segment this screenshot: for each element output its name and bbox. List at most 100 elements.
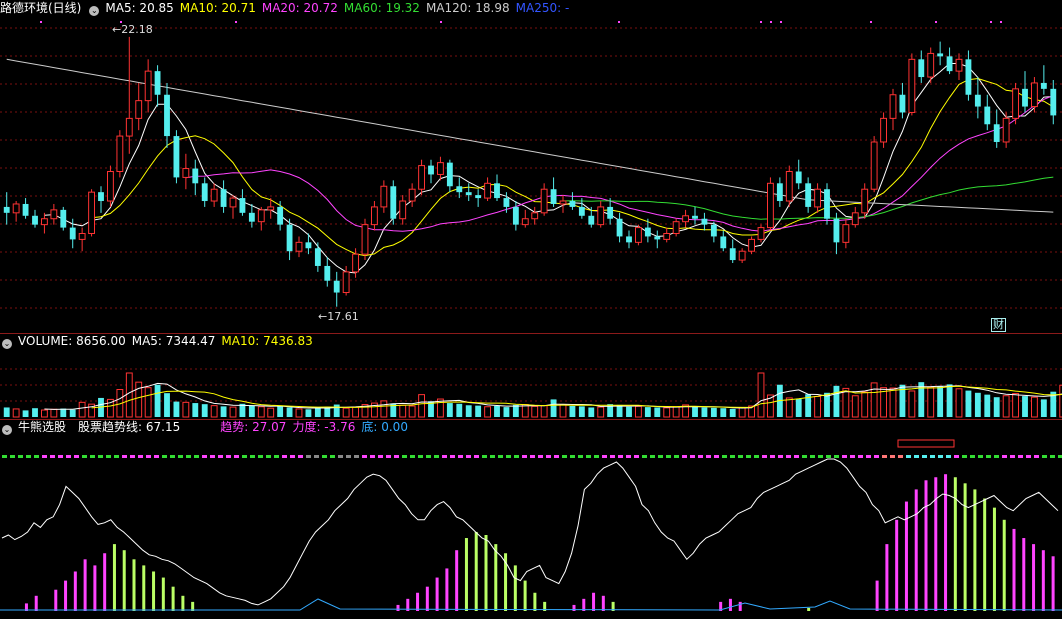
status-dash — [818, 455, 823, 458]
trend-bar — [93, 565, 97, 611]
strength-label: 力度: -3.76 — [292, 420, 356, 434]
status-dash — [538, 455, 543, 458]
candle-body — [314, 248, 321, 266]
status-dash — [370, 455, 375, 458]
trend-bar — [494, 544, 498, 611]
status-dash — [322, 455, 327, 458]
candle-body — [277, 206, 284, 225]
volume-bar — [277, 406, 284, 417]
status-dash — [706, 455, 711, 458]
status-dash — [26, 455, 31, 458]
status-dash — [810, 455, 815, 458]
status-dash — [130, 455, 135, 458]
volume-bar — [616, 404, 623, 417]
status-dash — [946, 455, 951, 458]
trend-bar — [83, 559, 87, 611]
volume-bar — [78, 401, 86, 418]
indicator-chart[interactable] — [0, 419, 1062, 619]
ma5-label: MA5: 20.85 — [105, 1, 174, 15]
candle-body — [1040, 82, 1047, 89]
candle-body — [371, 206, 378, 226]
status-dash — [242, 455, 247, 458]
collapse-toggle-icon[interactable]: ⌄ — [2, 339, 12, 349]
status-dash — [1058, 455, 1062, 458]
volume-bar — [559, 404, 567, 418]
status-dash — [546, 455, 551, 458]
status-dash — [162, 455, 167, 458]
candle-body — [41, 218, 48, 226]
trend-bar — [1041, 550, 1045, 611]
trend-bar — [484, 535, 488, 611]
status-dash — [106, 455, 111, 458]
collapse-toggle-icon[interactable]: ⌄ — [2, 425, 12, 435]
candle-body — [135, 100, 143, 119]
price-legend: 路德环境(日线) ⌄ MA5: 20.85 MA10: 20.71 MA20: 20.7… — [0, 0, 575, 16]
candle-body — [494, 183, 500, 199]
trend-bar — [1032, 544, 1036, 611]
candle-body — [1022, 88, 1028, 107]
volume-bar — [456, 403, 463, 417]
status-dash — [282, 455, 287, 458]
price-panel[interactable]: 路德环境(日线) ⌄ MA5: 20.85 MA10: 20.71 MA20: 20.7… — [0, 0, 1062, 333]
volume-ma5-label: MA5: 7344.47 — [131, 334, 216, 348]
volume-bar — [22, 410, 29, 417]
trend-bar — [728, 598, 732, 611]
status-dash — [34, 455, 39, 458]
status-dash — [626, 455, 631, 458]
volume-bar — [720, 408, 727, 417]
status-dash — [858, 455, 863, 458]
status-dash — [834, 455, 839, 458]
trend-bar — [895, 519, 899, 611]
trend-bar — [396, 604, 400, 611]
event-marker — [870, 21, 872, 23]
status-dash — [962, 455, 967, 458]
finance-badge[interactable]: 财 — [991, 318, 1006, 332]
indicator-legend: ⌄ 牛熊选股 股票趋势线: 67.15 趋势: 27.07 力度: -3.76 底: 0.… — [0, 419, 414, 435]
status-dash — [498, 455, 503, 458]
candle-body — [824, 189, 830, 219]
trend-bar — [592, 592, 596, 611]
high-price-label: 22.18 — [121, 23, 153, 36]
status-dash — [66, 455, 71, 458]
status-dash — [466, 455, 471, 458]
status-dash — [594, 455, 599, 458]
candle-body — [408, 188, 416, 202]
status-dash — [274, 455, 279, 458]
trend-bar — [934, 477, 938, 611]
indicator-panel[interactable]: ⌄ 牛熊选股 股票趋势线: 67.15 趋势: 27.07 力度: -3.76 底: 0.… — [0, 419, 1062, 619]
candle-body — [286, 224, 293, 252]
volume-bar — [663, 407, 671, 418]
volume-bar — [475, 405, 482, 417]
status-dash — [754, 455, 759, 458]
status-dash — [930, 455, 935, 458]
status-dash — [914, 455, 919, 458]
volume-bar — [503, 407, 510, 417]
status-dash — [394, 455, 399, 458]
collapse-toggle-icon[interactable]: ⌄ — [89, 6, 100, 16]
volume-panel[interactable]: ⌄ VOLUME: 8656.00 MA5: 7344.47 MA10: 7436.8… — [0, 333, 1062, 419]
status-dash — [906, 455, 911, 458]
trend-bar — [112, 544, 116, 611]
candle-body — [333, 280, 340, 293]
volume-bar — [927, 386, 935, 418]
volume-bar — [3, 407, 10, 417]
status-dash — [314, 455, 319, 458]
trend-bar — [122, 550, 126, 611]
candlestick-chart[interactable] — [0, 0, 1062, 333]
status-dash — [146, 455, 151, 458]
status-dash — [18, 455, 23, 458]
trend-bar — [992, 507, 996, 611]
volume-bar — [842, 387, 850, 418]
status-dash — [1010, 455, 1015, 458]
trend-bar — [963, 483, 967, 611]
status-dash — [922, 455, 927, 458]
status-dash — [490, 455, 495, 458]
candle-body — [418, 165, 425, 190]
status-dash — [82, 455, 87, 458]
status-dash — [74, 455, 79, 458]
candle-body — [144, 70, 152, 102]
status-dash — [850, 455, 855, 458]
trend-bar — [132, 559, 136, 611]
status-dash — [346, 455, 351, 458]
status-dash — [234, 455, 239, 458]
